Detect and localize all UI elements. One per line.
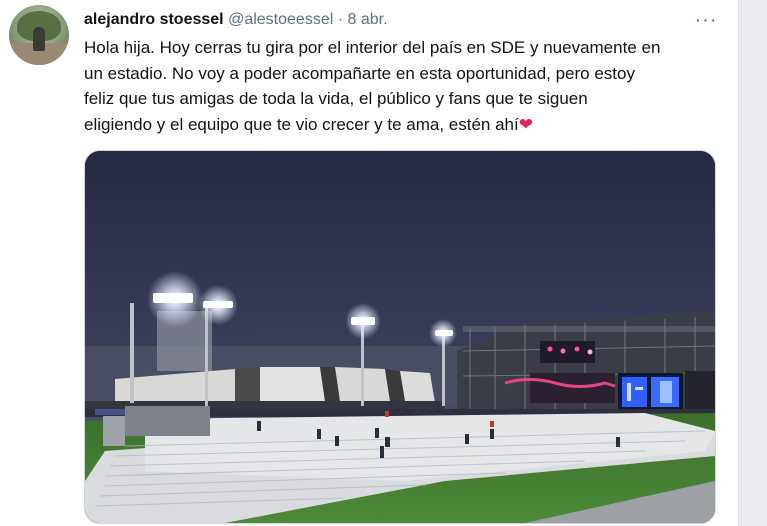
stadium-night-photo xyxy=(85,151,715,523)
tweet-media-photo[interactable] xyxy=(84,150,716,524)
more-horizontal-icon[interactable]: ··· xyxy=(694,8,718,32)
tweet-text-line-content: eligiendo y el equipo que te vio crecer … xyxy=(84,114,519,134)
tweet-text-line: feliz que tus amigas de toda la vida, el… xyxy=(84,89,588,108)
tweet-text-line: eligiendo y el equipo que te vio crecer … xyxy=(84,112,724,138)
tweet-header: alejandro stoessel @alestoeessel · 8 abr… xyxy=(84,10,388,30)
tweet-text-line: un estadio. No voy a poder acompañarte e… xyxy=(84,63,635,83)
avatar-person-shape xyxy=(33,27,45,51)
author-name[interactable]: alejandro stoessel xyxy=(84,11,224,28)
tweet-date[interactable]: 8 abr. xyxy=(348,11,388,28)
meta-separator: · xyxy=(337,11,344,28)
avatar[interactable] xyxy=(9,5,69,65)
heart-emoji-icon: ❤ xyxy=(518,114,533,134)
tweet-card[interactable]: alejandro stoessel @alestoeessel · 8 abr… xyxy=(0,0,739,526)
tweet-text-line: Hola hija. Hoy cerras tu gira por el int… xyxy=(84,38,661,57)
author-handle[interactable]: @alestoeessel xyxy=(228,11,333,28)
tweet-text: Hola hija. Hoy cerras tu gira por el int… xyxy=(84,35,724,137)
